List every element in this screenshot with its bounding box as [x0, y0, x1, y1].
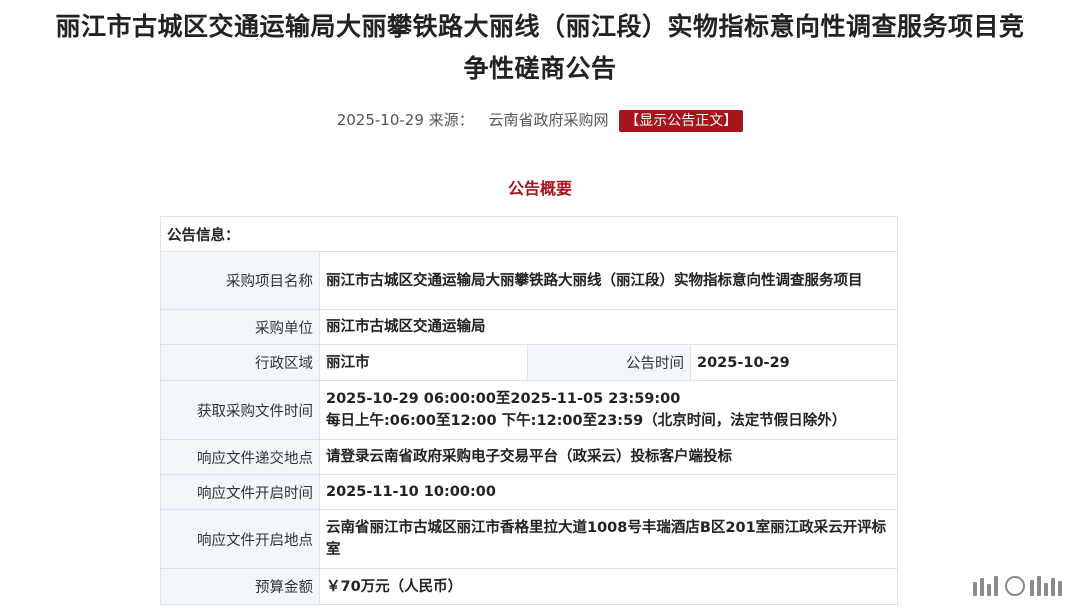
- open-place-value: 云南省丽江市古城区丽江市香格里拉大道1008号丰瑞酒店B区201室丽江政采云开评…: [319, 509, 898, 569]
- table-row-purchaser: 采购单位 丽江市古城区交通运输局: [160, 309, 898, 345]
- purchaser-value: 丽江市古城区交通运输局: [319, 309, 898, 345]
- watermark-bar-icon: [1037, 576, 1041, 596]
- table-row-region-time: 行政区域 丽江市 公告时间 2025-10-29: [160, 344, 898, 381]
- watermark-bar-icon: [987, 584, 991, 596]
- summary-title: 公告概要: [507, 179, 572, 198]
- title-line-2: 争性磋商公告: [463, 54, 617, 83]
- watermark-bar-icon: [1058, 581, 1062, 596]
- watermark-circle-icon: [1005, 576, 1025, 596]
- title-line-1: 丽江市古城区交通运输局大丽攀铁路大丽线（丽江段）实物指标意向性调查服务项目竞: [55, 12, 1025, 41]
- publish-time-value: 2025-10-29: [690, 344, 898, 381]
- watermark-bar-icon: [1051, 578, 1055, 596]
- project-name-label: 采购项目名称: [160, 251, 320, 310]
- table-row-doc-time: 获取采购文件时间 2025-10-29 06:00:00至2025-11-05 …: [160, 380, 898, 440]
- doc-time-label: 获取采购文件时间: [160, 380, 320, 440]
- submit-place-label: 响应文件递交地点: [160, 439, 320, 475]
- watermark-bar-icon: [973, 582, 977, 596]
- source-name: 云南省政府采购网: [488, 111, 609, 129]
- doc-time-daily: 每日上午:06:00至12:00 下午:12:00至23:59（北京时间，法定节…: [326, 413, 847, 429]
- watermark-bar-icon: [994, 576, 998, 596]
- announcement-info-table: 公告信息： 采购项目名称 丽江市古城区交通运输局大丽攀铁路大丽线（丽江段）实物指…: [160, 216, 898, 605]
- doc-time-value: 2025-10-29 06:00:00至2025-11-05 23:59:00 …: [319, 380, 898, 440]
- open-time-value: 2025-11-10 10:00:00: [319, 474, 898, 510]
- budget-value: ￥70万元（人民币）: [319, 568, 898, 605]
- table-row-budget: 预算金额 ￥70万元（人民币）: [160, 568, 898, 605]
- publish-time-label: 公告时间: [527, 344, 691, 381]
- watermark-bar-icon: [980, 578, 984, 596]
- watermark-bar-icon: [1030, 580, 1034, 596]
- table-row-submit-place: 响应文件递交地点 请登录云南省政府采购电子交易平台（政采云）投标客户端投标: [160, 439, 898, 475]
- section-header: 公告信息：: [160, 216, 898, 252]
- budget-label: 预算金额: [160, 568, 320, 605]
- table-row-project-name: 采购项目名称 丽江市古城区交通运输局大丽攀铁路大丽线（丽江段）实物指标意向性调查…: [160, 251, 898, 310]
- watermark-icon: [973, 576, 1062, 596]
- open-place-label: 响应文件开启地点: [160, 509, 320, 569]
- doc-time-range: 2025-10-29 06:00:00至2025-11-05 23:59:00: [326, 391, 681, 407]
- region-value: 丽江市: [319, 344, 528, 381]
- open-time-label: 响应文件开启时间: [160, 474, 320, 510]
- publish-date: 2025-10-29: [336, 111, 424, 129]
- watermark-bar-icon: [1044, 583, 1048, 596]
- show-full-text-button[interactable]: 【显示公告正文】: [619, 110, 744, 132]
- announcement-title: 丽江市古城区交通运输局大丽攀铁路大丽线（丽江段）实物指标意向性调查服务项目竞 争…: [0, 6, 1080, 90]
- table-row-open-time: 响应文件开启时间 2025-11-10 10:00:00: [160, 474, 898, 510]
- announcement-meta: 2025-10-29 来源： 云南省政府采购网 【显示公告正文】: [0, 108, 1080, 132]
- purchaser-label: 采购单位: [160, 309, 320, 345]
- table-row-open-place: 响应文件开启地点 云南省丽江市古城区丽江市香格里拉大道1008号丰瑞酒店B区20…: [160, 509, 898, 569]
- submit-place-value: 请登录云南省政府采购电子交易平台（政采云）投标客户端投标: [319, 439, 898, 475]
- table-section-header-row: 公告信息：: [160, 216, 898, 252]
- project-name-value: 丽江市古城区交通运输局大丽攀铁路大丽线（丽江段）实物指标意向性调查服务项目: [319, 251, 898, 310]
- region-label: 行政区域: [160, 344, 320, 381]
- source-label: 来源：: [428, 111, 474, 129]
